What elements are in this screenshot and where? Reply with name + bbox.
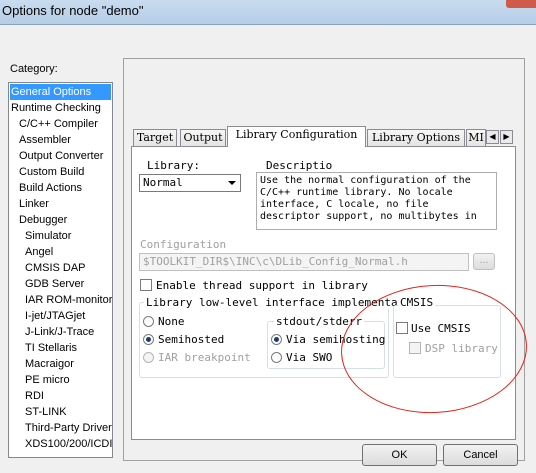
category-item[interactable]: J-Link/J-Trace [25, 324, 94, 340]
category-item[interactable]: XDS100/200/ICDI [25, 436, 112, 452]
radio-selected-dot [146, 337, 151, 342]
category-item[interactable]: PE micro [25, 372, 70, 388]
radio-none-label: None [158, 315, 185, 328]
radio-iar-breakpoint [143, 352, 154, 363]
description-text: Use the normal configuration of the C/C+… [256, 172, 497, 230]
category-item[interactable]: CMSIS DAP [25, 260, 86, 276]
category-item[interactable]: C/C++ Compiler [19, 116, 98, 132]
category-item[interactable]: Custom Build [19, 164, 84, 180]
window-title: Options for node "demo" [2, 3, 144, 18]
low-level-interface-title: Library low-level interface implementati… [144, 296, 398, 309]
description-label: Descriptio [266, 159, 333, 172]
category-item[interactable]: I-jet/JTAGjet [25, 308, 85, 324]
configuration-browse-button: ... [473, 253, 495, 270]
category-item[interactable]: Output Converter [19, 148, 103, 164]
radio-iar-breakpoint-label: IAR breakpoint [158, 351, 251, 364]
category-item[interactable]: Build Actions [19, 180, 82, 196]
category-item[interactable]: Simulator [25, 228, 71, 244]
radio-via-semihosting[interactable] [271, 334, 282, 345]
radio-selected-dot [274, 337, 279, 342]
category-item[interactable]: General Options [10, 84, 111, 100]
thread-support-checkbox[interactable] [140, 279, 152, 291]
chevron-down-icon [228, 181, 236, 185]
radio-semihosted[interactable] [143, 334, 154, 345]
configuration-label: Configuration [140, 238, 227, 251]
category-item[interactable]: RDI [25, 388, 44, 404]
ok-button[interactable]: OK [362, 444, 437, 466]
category-item[interactable]: Angel [25, 244, 53, 260]
category-item[interactable]: ST-LINK [25, 404, 67, 420]
tab-scroll-right-icon[interactable]: ▶ [500, 130, 513, 144]
radio-semihosted-label: Semihosted [158, 333, 225, 346]
tab-library-configuration[interactable]: Library Configuration [227, 126, 366, 147]
tab-library-options[interactable]: Library Options [367, 129, 465, 147]
category-item[interactable]: Third-Party Driver [25, 420, 112, 436]
category-item[interactable]: Linker [19, 196, 49, 212]
radio-via-swo-label: Via SWO [286, 351, 333, 364]
category-item[interactable]: TI Stellaris [25, 340, 77, 356]
library-label: Library: [147, 159, 200, 172]
category-label: Category: [10, 63, 58, 75]
tab-mi[interactable]: MI [466, 129, 486, 147]
category-item[interactable]: Runtime Checking [11, 100, 101, 116]
library-select[interactable]: Normal [139, 174, 241, 192]
category-item[interactable]: Macraigor [25, 356, 74, 372]
category-item[interactable]: IAR ROM-monitor [25, 292, 112, 308]
thread-support-label: Enable thread support in library [156, 279, 368, 292]
category-item[interactable]: GDB Server [25, 276, 84, 292]
radio-none[interactable] [143, 316, 154, 327]
tab-output[interactable]: Output [180, 129, 226, 147]
close-window-button[interactable] [506, 0, 536, 8]
radio-via-swo[interactable] [271, 352, 282, 363]
tab-target[interactable]: Target [133, 129, 177, 147]
title-bar: Options for node "demo" [0, 0, 536, 24]
cancel-button[interactable]: Cancel [443, 444, 518, 466]
configuration-path-field: $TOOLKIT_DIR$\INC\c\DLib_Config_Normal.h [139, 253, 469, 271]
library-select-value: Normal [143, 176, 183, 189]
tab-scroll-left-icon[interactable]: ◀ [486, 130, 499, 144]
category-list[interactable]: General Options Runtime Checking C/C++ Com… [8, 82, 113, 458]
category-item[interactable]: Debugger [19, 212, 67, 228]
category-item[interactable]: Assembler [19, 132, 71, 148]
